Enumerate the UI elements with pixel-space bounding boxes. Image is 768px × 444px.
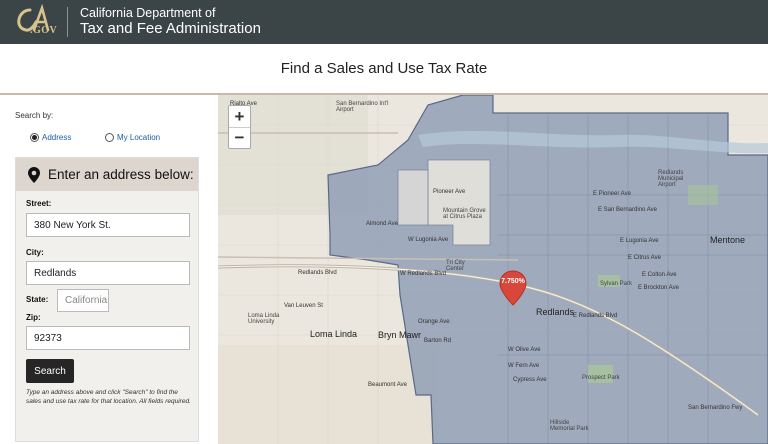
zoom-control: + − <box>228 105 251 149</box>
map-label: San Bernardino Fwy <box>688 405 743 411</box>
street-input[interactable]: 380 New York St. <box>26 213 190 237</box>
map-label: E Colton Ave <box>642 272 677 278</box>
site-header: .GOV California Department of Tax and Fe… <box>0 0 768 44</box>
map-pin-icon <box>28 166 40 183</box>
map-label: E San Bernardino Ave <box>598 207 657 213</box>
map-label: Prospect Park <box>582 375 620 381</box>
logo-gov-text: .GOV <box>30 25 58 36</box>
zoom-in-button[interactable]: + <box>229 106 250 127</box>
radio-selected-dot <box>32 135 37 140</box>
map-label: E Redlands Blvd <box>573 313 618 319</box>
zip-label: Zip: <box>26 313 41 322</box>
map-label: Hillside Memorial Park <box>550 420 589 432</box>
map-label: Redlands Municipal Airport <box>658 170 684 188</box>
city-input[interactable]: Redlands <box>26 261 190 285</box>
address-panel-header: Enter an address below: <box>16 158 198 191</box>
map-label: Redlands Blvd <box>298 270 337 276</box>
rate-marker-icon[interactable] <box>499 270 527 306</box>
map-label: Bryn Mawr <box>378 330 422 340</box>
page-title: Find a Sales and Use Tax Rate <box>280 60 488 77</box>
map-label: E Pioneer Ave <box>593 191 631 197</box>
radio-address[interactable]: Address <box>30 133 71 142</box>
map-label: Almond Ave <box>366 221 398 227</box>
map-label: Barton Rd <box>424 338 452 344</box>
address-panel-title: Enter an address below: <box>48 167 194 182</box>
zoom-out-button[interactable]: − <box>229 127 250 148</box>
map-label: Rialto Ave <box>230 101 257 107</box>
map-label: Orange Ave <box>418 319 450 325</box>
map-label: Van Leuven St <box>284 303 323 309</box>
zip-input[interactable]: 92373 <box>26 326 190 350</box>
state-input[interactable]: California <box>57 289 109 312</box>
map-label: Tri City Center <box>446 260 465 272</box>
rate-marker-label: 7.750% <box>501 278 525 285</box>
ca-gov-logo[interactable]: .GOV <box>10 4 58 40</box>
map-label: E Brockton Ave <box>638 285 679 291</box>
city-label: City: <box>26 248 44 257</box>
map-label: Mentone <box>710 235 746 245</box>
search-sidebar: Search by: Address My Location Enter an … <box>0 95 218 444</box>
radio-my-location[interactable]: My Location <box>105 133 160 142</box>
map-label: W Fern Ave <box>508 363 540 369</box>
search-by-label: Search by: <box>15 111 54 120</box>
map-label: Cypress Ave <box>513 377 547 383</box>
agency-name-line2: Tax and Fee Administration <box>80 20 261 37</box>
radio-my-location-label[interactable]: My Location <box>117 133 160 142</box>
map-label: Redlands <box>536 307 575 317</box>
radio-my-location-button[interactable] <box>105 133 114 142</box>
map-label: E Citrus Ave <box>628 255 661 261</box>
address-panel: Enter an address below: Street: 380 New … <box>15 157 199 442</box>
agency-name-line1: California Department of <box>80 6 216 20</box>
state-label: State: <box>26 295 49 304</box>
map-label: Mountain Grove at Citrus Plaza <box>443 208 486 220</box>
agency-name[interactable]: California Department of Tax and Fee Adm… <box>80 6 261 36</box>
map-label: San Bernardino Int'l Airport <box>336 101 389 113</box>
search-button[interactable]: Search <box>26 359 74 383</box>
map-label: W Lugonia Ave <box>408 237 449 243</box>
map-label: Pioneer Ave <box>433 189 466 195</box>
street-label: Street: <box>26 199 52 208</box>
map-label: E Lugonia Ave <box>620 238 659 244</box>
help-text: Type an address above and click "Search"… <box>26 389 191 405</box>
map-label: Beaumont Ave <box>368 382 407 388</box>
map-label: Loma Linda University <box>248 313 280 325</box>
radio-address-button[interactable] <box>30 133 39 142</box>
header-divider <box>67 7 68 37</box>
map-label: W Redlands Blvd <box>400 271 447 277</box>
map-label: Loma Linda <box>310 329 358 339</box>
tax-rate-map[interactable]: + − Rialto Ave San Bernardino Int'l Airp… <box>218 95 768 444</box>
radio-address-label[interactable]: Address <box>42 133 71 142</box>
map-label: W Olive Ave <box>508 347 541 353</box>
map-label: Sylvan Park <box>600 281 633 287</box>
